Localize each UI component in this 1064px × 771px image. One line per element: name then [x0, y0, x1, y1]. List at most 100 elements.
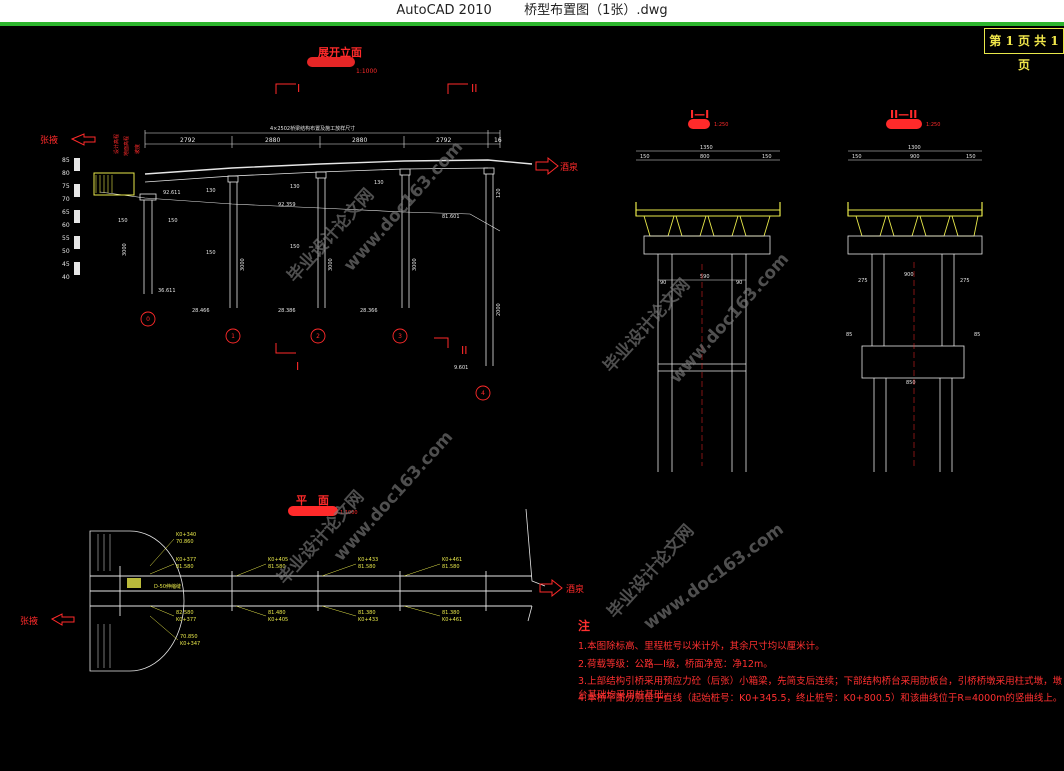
- svg-text:55: 55: [62, 235, 70, 242]
- span-dim-2: 2880: [265, 137, 280, 144]
- svg-text:900: 900: [910, 154, 920, 160]
- svg-text:150: 150: [168, 218, 178, 224]
- drawing-svg: 展开立面 1:1000 I II I II 张掖 酒泉 85 80 75 70 …: [20, 45, 983, 672]
- plan-title: 平 面: [296, 494, 329, 507]
- svg-text:3000: 3000: [122, 243, 128, 256]
- plan-right-direction: 酒泉: [566, 583, 584, 595]
- page-indicator: 第 1 页 共 1 页: [984, 28, 1064, 72]
- pier-numbers: 0 1 2 3 4: [146, 316, 485, 397]
- svg-text:1300: 1300: [908, 145, 921, 151]
- svg-text:K0+433: K0+433: [358, 617, 378, 623]
- svg-text:60: 60: [62, 222, 70, 229]
- svg-text:1:250: 1:250: [926, 122, 940, 128]
- svg-text:81.580: 81.580: [442, 564, 460, 570]
- svg-text:85: 85: [974, 332, 980, 338]
- svg-text:70.850: 70.850: [180, 634, 198, 640]
- svg-text:900: 900: [904, 272, 914, 278]
- svg-text:275: 275: [960, 278, 970, 284]
- svg-text:1:250: 1:250: [714, 122, 728, 128]
- svg-text:590: 590: [700, 274, 710, 280]
- drawing-canvas[interactable]: 展开立面 1:1000 I II I II 张掖 酒泉 85 80 75 70 …: [0, 26, 1064, 767]
- svg-text:50: 50: [62, 248, 70, 255]
- svg-text:75: 75: [62, 183, 70, 190]
- svg-text:地面高程: 地面高程: [123, 136, 130, 156]
- arrow-right-icon: [535, 156, 559, 176]
- svg-text:150: 150: [966, 154, 976, 160]
- plan-center-label: D-50伸缩缝: [154, 583, 181, 590]
- svg-text:81.580: 81.580: [176, 564, 194, 570]
- svg-text:120: 120: [496, 188, 502, 198]
- plan-station-3: K0+433: [358, 557, 378, 563]
- elev-left-direction: 张掖: [40, 134, 58, 146]
- svg-text:2: 2: [316, 333, 320, 340]
- svg-text:40: 40: [62, 274, 70, 281]
- svg-text:0: 0: [146, 316, 150, 323]
- svg-text:150: 150: [206, 250, 216, 256]
- elevation-view: 展开立面 1:1000 I II I II 张掖 酒泉 85 80 75 70 …: [40, 45, 578, 401]
- svg-text:150: 150: [762, 154, 772, 160]
- plan-arrow-left-icon: [50, 613, 75, 626]
- section-mark-I-bottom: I: [296, 360, 299, 373]
- svg-text:85: 85: [62, 157, 70, 164]
- svg-text:150: 150: [640, 154, 650, 160]
- elevation-title: 展开立面: [317, 45, 362, 59]
- section-mark-II-top: II: [471, 82, 478, 95]
- svg-text:65: 65: [62, 209, 70, 216]
- svg-text:81.480: 81.480: [268, 610, 286, 616]
- svg-text:82.580: 82.580: [176, 610, 194, 616]
- section-mark-I-top: I: [297, 82, 300, 95]
- elev-right-direction: 酒泉: [560, 161, 578, 173]
- svg-text:92.359: 92.359: [278, 202, 296, 208]
- elev-scale-labels: 85 80 75 70 65 60 55 50 45 40: [62, 157, 70, 281]
- svg-text:92.611: 92.611: [163, 190, 181, 196]
- title-bar: AutoCAD 2010 桥型布置图（1张）.dwg: [0, 0, 1064, 22]
- svg-text:28.386: 28.386: [278, 308, 296, 314]
- arrow-left-icon: [70, 133, 96, 146]
- svg-text:3000: 3000: [328, 258, 334, 271]
- svg-text:81.380: 81.380: [358, 610, 376, 616]
- svg-text:3000: 3000: [240, 258, 246, 271]
- plan-left-direction: 张掖: [20, 615, 38, 627]
- svg-text:130: 130: [374, 180, 384, 186]
- svg-text:1: 1: [231, 333, 235, 340]
- svg-text:坡度: 坡度: [134, 144, 141, 154]
- svg-text:2000: 2000: [496, 303, 502, 316]
- section-II-title: II—II: [890, 108, 917, 121]
- svg-text:36.611: 36.611: [158, 288, 176, 294]
- note-2: 2.荷载等级：公路—I级，桥面净宽：净12m。: [578, 659, 773, 670]
- svg-text:3: 3: [398, 333, 402, 340]
- plan-station-0: K0+340: [176, 532, 196, 538]
- svg-text:80: 80: [62, 170, 70, 177]
- svg-text:81.580: 81.580: [358, 564, 376, 570]
- svg-text:150: 150: [118, 218, 128, 224]
- svg-text:K0+347: K0+347: [180, 641, 200, 647]
- plan-arrow-right-icon: [539, 578, 563, 598]
- svg-text:K0+461: K0+461: [442, 617, 462, 623]
- svg-text:16: 16: [494, 137, 502, 144]
- svg-text:85: 85: [846, 332, 852, 338]
- svg-text:90: 90: [736, 280, 742, 286]
- elevation-scale: 1:1000: [356, 68, 377, 75]
- svg-text:28.366: 28.366: [360, 308, 378, 314]
- plan-station-1: K0+377: [176, 557, 196, 563]
- file-name: 桥型布置图（1张）.dwg: [524, 3, 668, 18]
- span-dim-3: 2880: [352, 137, 367, 144]
- svg-text:800: 800: [700, 154, 710, 160]
- svg-text:275: 275: [858, 278, 868, 284]
- svg-text:3000: 3000: [412, 258, 418, 271]
- svg-text:K0+405: K0+405: [268, 617, 288, 623]
- svg-text:130: 130: [290, 184, 300, 190]
- app-name: AutoCAD 2010: [396, 3, 492, 18]
- plan-station-4: K0+461: [442, 557, 462, 563]
- note-4: 4.本桥平面分别位于直线（起始桩号：K0+345.5，终止桩号：K0+800.5…: [578, 693, 1063, 704]
- svg-text:设计高程: 设计高程: [113, 134, 120, 154]
- section-I-title: I—I: [690, 108, 709, 121]
- svg-text:4: 4: [481, 390, 485, 397]
- svg-text:150: 150: [852, 154, 862, 160]
- section-mark-II-bottom: II: [461, 344, 468, 357]
- overall-dim: 4×2502桥梁结构布置及施工放样尺寸: [270, 125, 355, 132]
- svg-text:70.860: 70.860: [176, 539, 194, 545]
- svg-text:81.601: 81.601: [442, 214, 460, 220]
- svg-text:28.466: 28.466: [192, 308, 210, 314]
- svg-text:K0+377: K0+377: [176, 617, 196, 623]
